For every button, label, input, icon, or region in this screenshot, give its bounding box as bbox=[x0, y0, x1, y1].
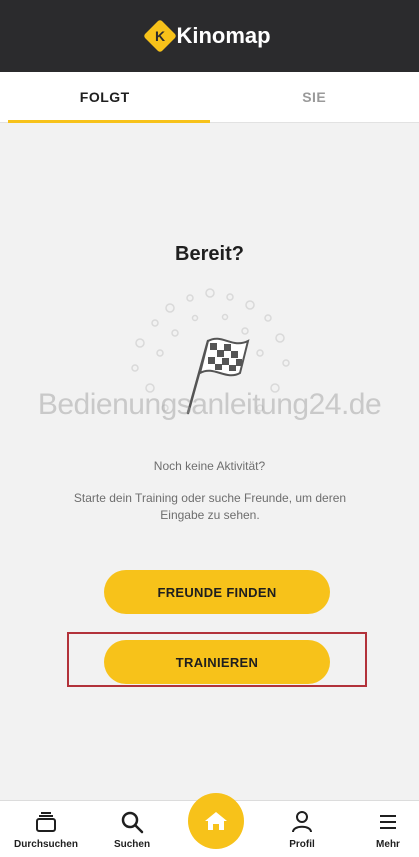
checkered-flag-icon bbox=[100, 283, 320, 453]
find-friends-button[interactable]: FREUNDE FINDEN bbox=[104, 570, 330, 614]
page-title: Bereit? bbox=[0, 243, 419, 266]
app-name: Kinomap bbox=[176, 23, 270, 49]
kinomap-logo: K Kinomap bbox=[148, 23, 270, 49]
tab-sie[interactable]: SIE bbox=[210, 72, 419, 122]
logo-mark-letter: K bbox=[155, 28, 165, 44]
nav-item-durchsuchen[interactable]: Durchsuchen bbox=[6, 809, 86, 850]
nav-item-mehr[interactable]: Mehr bbox=[348, 809, 419, 850]
train-button[interactable]: TRAINIEREN bbox=[104, 640, 330, 684]
nav-item-profil[interactable]: Profil bbox=[262, 809, 342, 850]
menu-icon bbox=[375, 809, 401, 835]
tab-folgt-label: FOLGT bbox=[80, 89, 130, 105]
home-button[interactable] bbox=[188, 793, 244, 849]
nav-item-suchen[interactable]: Suchen bbox=[92, 809, 172, 850]
nav-label-suchen: Suchen bbox=[114, 839, 150, 850]
empty-state-title: Noch keine Aktivität? bbox=[0, 459, 419, 473]
browse-icon bbox=[33, 809, 59, 835]
empty-state-description: Starte dein Training oder suche Freunde,… bbox=[60, 490, 360, 524]
search-icon bbox=[119, 809, 145, 835]
tab-bar: FOLGT SIE bbox=[0, 72, 419, 123]
nav-label-durchsuchen: Durchsuchen bbox=[14, 839, 78, 850]
nav-label-mehr: Mehr bbox=[376, 839, 400, 850]
feed-content: Bereit? Bedienungsanleitung24.de Noch ke… bbox=[0, 123, 419, 800]
kinomap-logo-icon: K bbox=[143, 19, 177, 53]
watermark-text: Bedienungsanleitung24.de bbox=[0, 388, 419, 422]
home-icon bbox=[202, 807, 230, 835]
tab-folgt[interactable]: FOLGT bbox=[0, 72, 210, 122]
app-header: K Kinomap bbox=[0, 0, 419, 72]
tab-sie-label: SIE bbox=[302, 89, 326, 105]
profile-icon bbox=[289, 809, 315, 835]
nav-label-profil: Profil bbox=[289, 839, 315, 850]
